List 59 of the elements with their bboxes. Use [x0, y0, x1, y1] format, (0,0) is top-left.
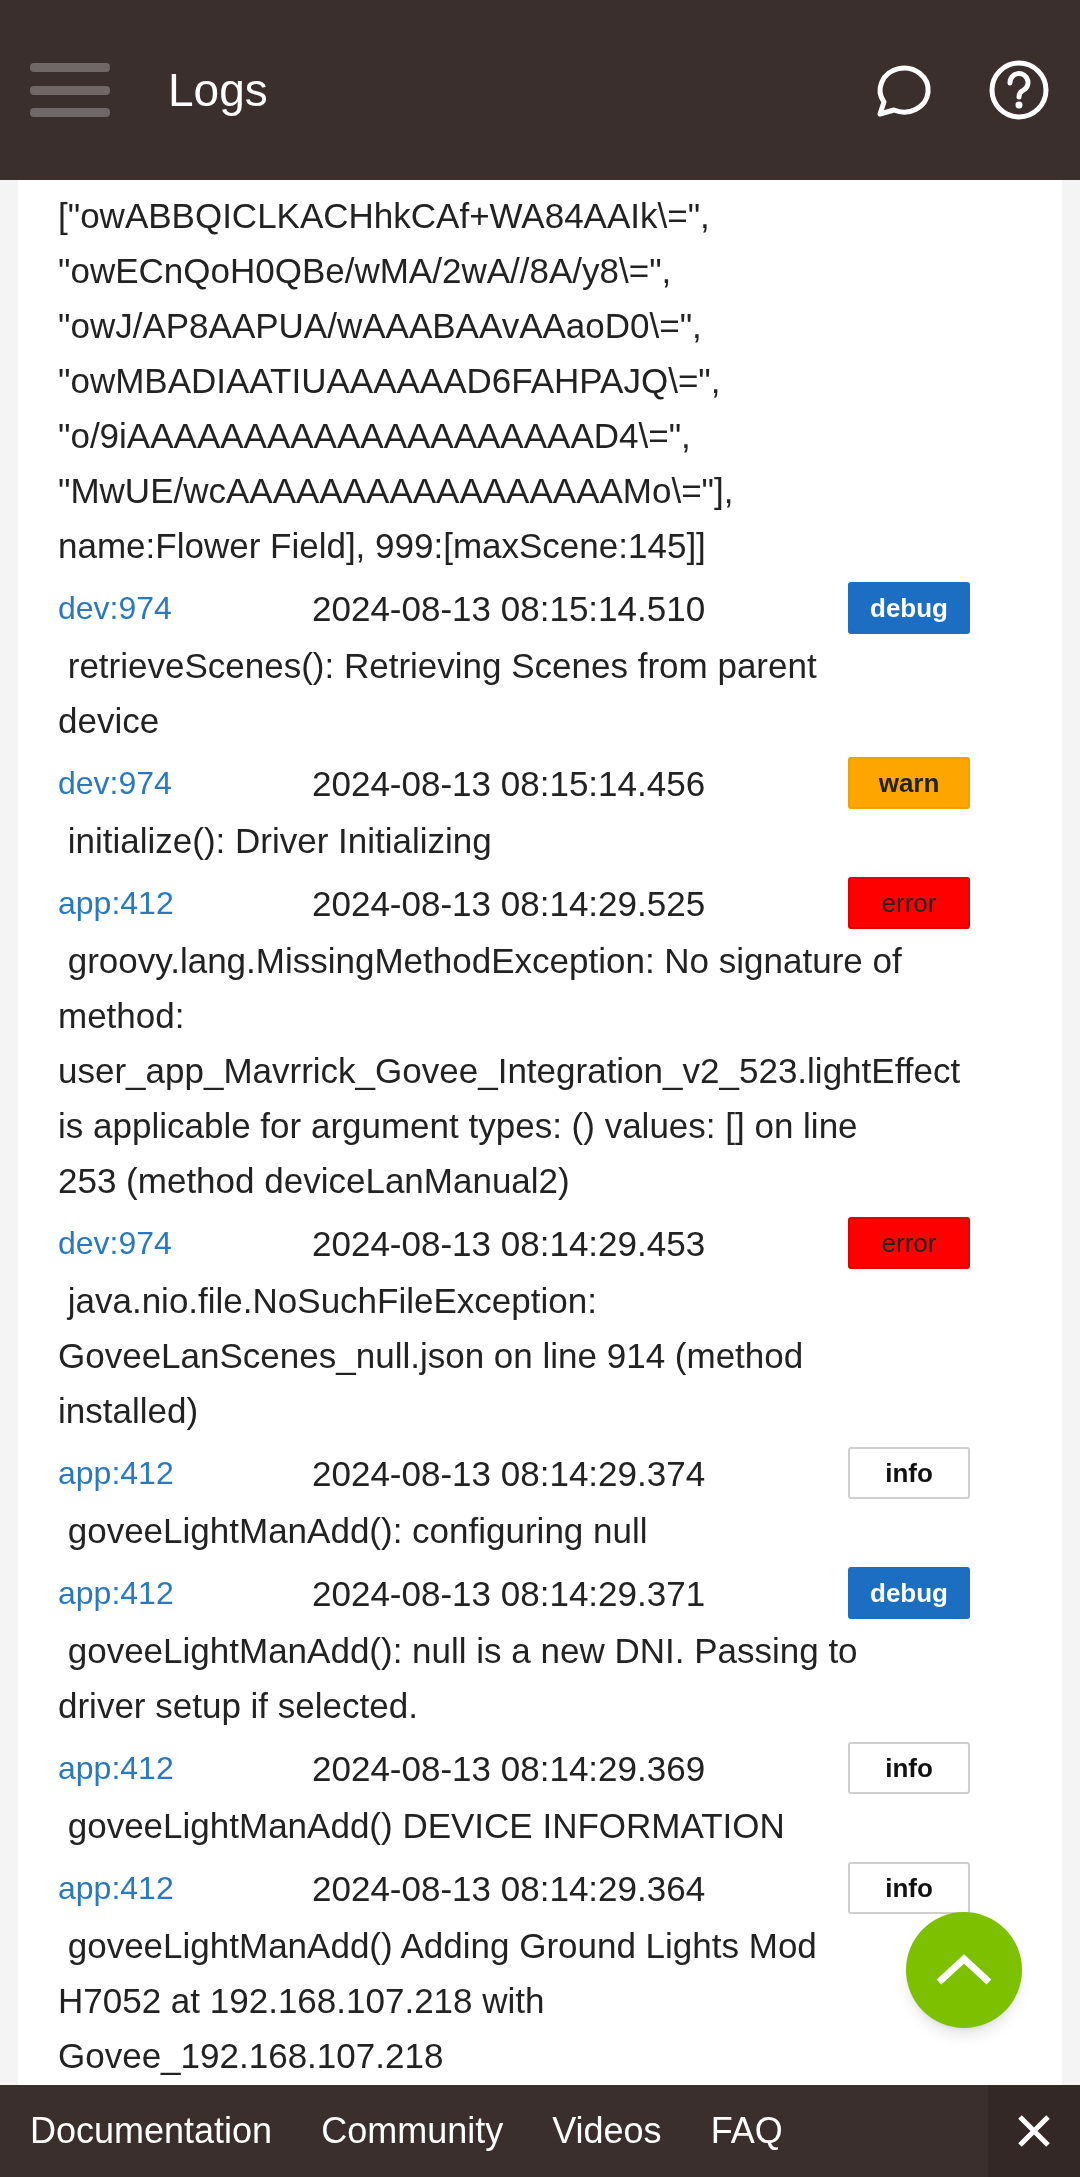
- log-level-badge: info: [848, 1447, 970, 1499]
- log-message-line: ["owABBQICLKACHhkCAf+WA84AAIk\=",: [58, 196, 710, 235]
- log-message-line: "owECnQoH0QBe/wMA/2wA//8A/y8\=",: [58, 251, 672, 290]
- log-message-line: "o/9iAAAAAAAAAAAAAAAAAAAAD4\=",: [58, 416, 691, 455]
- log-message-line: user_app_Mavrrick_Govee_Integration_v2_523.lightEffect: [58, 1051, 961, 1090]
- log-message-line: initialize(): Driver Initializing: [66, 821, 492, 860]
- source-link[interactable]: app:412: [58, 1445, 312, 1501]
- menu-icon[interactable]: [30, 63, 110, 117]
- log-message-line: goveeLightManAdd(): configuring null: [66, 1511, 648, 1550]
- log-message-line: goveeLightManAdd() Adding Ground Lights Mod: [66, 1926, 817, 1965]
- timestamp: 2024-08-13 08:14:29.374: [312, 1452, 707, 1495]
- log-message-line: goveeLightManAdd() DEVICE INFORMATION: [66, 1806, 785, 1845]
- chevron-up-icon: [935, 1954, 993, 1986]
- log-message-line: device: [58, 701, 160, 740]
- timestamp: 2024-08-13 08:14:29.453: [312, 1222, 707, 1265]
- log-level-badge: debug: [848, 582, 970, 634]
- log-level-badge: info: [848, 1742, 970, 1794]
- footer-link[interactable]: Community: [321, 2104, 504, 2158]
- footer-link[interactable]: FAQ: [710, 2104, 783, 2158]
- timestamp: 2024-08-13 08:15:14.456: [312, 762, 707, 805]
- log-message-line: name:Flower Field], 999:[maxScene:145]]: [58, 526, 706, 565]
- source-link[interactable]: app:412: [58, 1860, 312, 1916]
- footer-link[interactable]: Documentation: [30, 2104, 273, 2158]
- source-link[interactable]: dev:974: [58, 1215, 312, 1271]
- timestamp: 2024-08-13 08:14:29.369: [312, 1747, 707, 1790]
- log-level-badge: error: [848, 877, 970, 929]
- log-message-line: 253 (method deviceLanManual2): [58, 1161, 570, 1200]
- source-link[interactable]: dev:974: [58, 580, 312, 636]
- log-message-line: goveeLightManAdd(): null is a new DNI. Passing to: [66, 1631, 858, 1670]
- log-message-line: java.nio.file.NoSuchFileException:: [66, 1281, 597, 1320]
- timestamp: 2024-08-13 08:15:14.510: [312, 587, 707, 630]
- close-button[interactable]: [988, 2085, 1080, 2177]
- log-level-badge: debug: [848, 1567, 970, 1619]
- source-link[interactable]: dev:974: [58, 755, 312, 811]
- page-title: Logs: [168, 62, 268, 118]
- log-message-line: retrieveScenes(): Retrieving Scenes from parent: [66, 646, 817, 685]
- timestamp: 2024-08-13 08:14:29.371: [312, 1572, 707, 1615]
- log-level-badge: warn: [848, 757, 970, 809]
- source-link[interactable]: app:412: [58, 875, 312, 931]
- close-icon: [1017, 2114, 1051, 2148]
- log-message-line: is applicable for argument types: () values: [] on line: [58, 1106, 858, 1145]
- log-message-line: installed): [58, 1391, 199, 1430]
- log-message-line: "owMBADIAATIUAAAAAAD6FAHPAJQ\=",: [58, 361, 721, 400]
- log-message-line: GoveeLanScenes_null.json on line 914 (method: [58, 1336, 804, 1375]
- help-icon[interactable]: [988, 59, 1050, 121]
- log-level-badge: info: [848, 1862, 970, 1914]
- timestamp: 2024-08-13 08:14:29.364: [312, 1867, 707, 1910]
- log-message-line: method:: [58, 996, 185, 1035]
- log-message-line: H7052 at 192.168.107.218 with: [58, 1981, 545, 2020]
- timestamp: 2024-08-13 08:14:29.525: [312, 882, 707, 925]
- log-message-line: driver setup if selected.: [58, 1686, 418, 1725]
- log-level-badge: error: [848, 1217, 970, 1269]
- log-message-line: groovy.lang.MissingMethodException: No signature of: [66, 941, 902, 980]
- source-link[interactable]: app:412: [58, 1565, 312, 1621]
- log-message-line: "owJ/AP8AAPUA/wAAABAAvAAaoD0\=",: [58, 306, 702, 345]
- source-link[interactable]: app:412: [58, 1740, 312, 1796]
- footer-link[interactable]: Videos: [552, 2104, 662, 2158]
- log-message-line: Govee_192.168.107.218: [58, 2036, 444, 2075]
- log-message-line: "MwUE/wcAAAAAAAAAAAAAAAAAMo\="],: [58, 471, 734, 510]
